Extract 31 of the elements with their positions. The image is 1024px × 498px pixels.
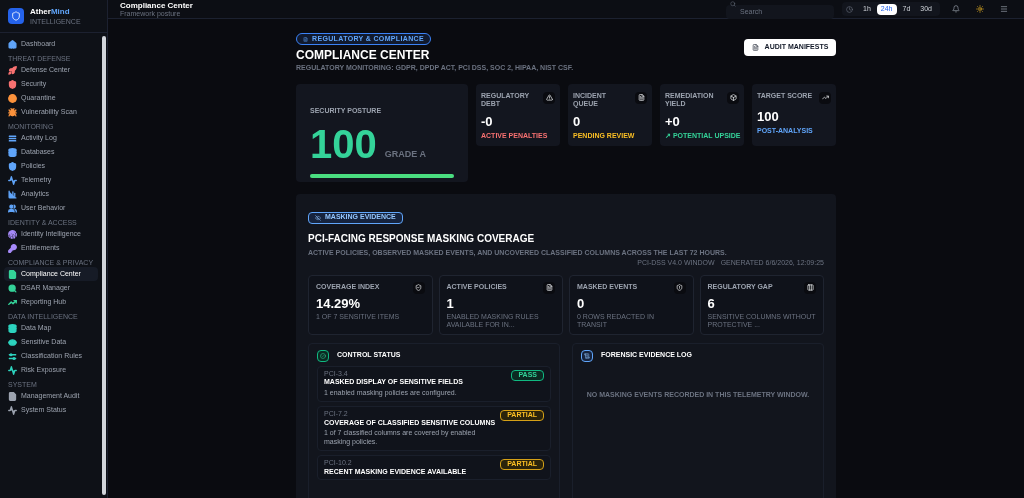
shield-check-icon: [415, 284, 422, 291]
search-icon: [730, 1, 737, 7]
warning-icon: [545, 94, 553, 101]
stat-value: 6: [707, 296, 716, 310]
trend-icon: [821, 94, 829, 101]
stat-value: 0: [577, 296, 586, 310]
kpi-value: 100: [757, 109, 780, 123]
posture-score: 100: [310, 123, 377, 164]
columns-icon: [806, 284, 814, 291]
sun-icon[interactable]: [976, 5, 984, 13]
stat-value: 14.29%: [316, 296, 362, 310]
stat-value: 1: [446, 296, 455, 310]
scrollbar[interactable]: [102, 36, 106, 495]
logo-icon: [8, 8, 24, 24]
section-title: PCI-FACING RESPONSE MASKING COVERAGE: [308, 231, 536, 246]
kpi-value: 0: [573, 115, 582, 128]
shield-alert-icon: [676, 284, 683, 291]
clock-icon: [846, 5, 854, 13]
page-title: Compliance Center: [120, 1, 193, 10]
brand-name: AtherMind: [30, 7, 71, 16]
document-icon: [637, 94, 645, 101]
cube-icon: [729, 94, 737, 101]
main-heading: COMPLIANCE CENTER: [296, 48, 430, 63]
grade-text: GRADE A: [384, 148, 426, 161]
kpi-value: -0: [481, 115, 494, 128]
notification-icon[interactable]: [952, 5, 960, 13]
document-icon: [751, 44, 759, 51]
menu-icon[interactable]: [1000, 5, 1008, 13]
log-icon: [581, 349, 593, 362]
kpi-value: +0: [665, 115, 681, 128]
document-icon: [545, 284, 553, 291]
